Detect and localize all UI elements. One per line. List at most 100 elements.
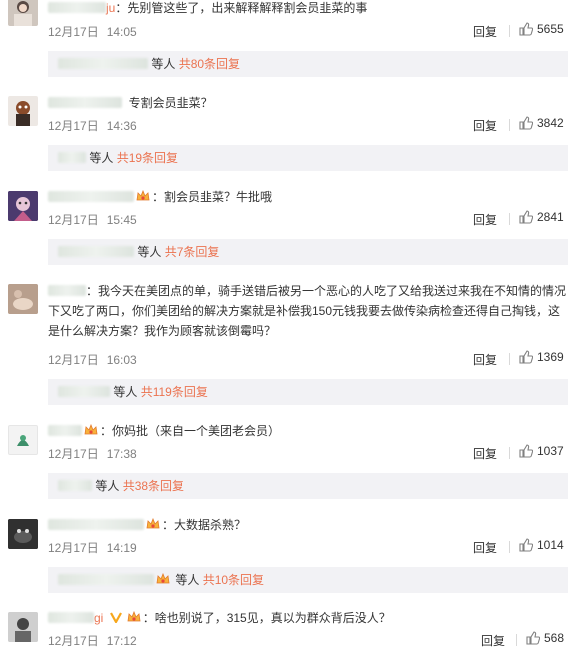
like-button[interactable]: 1014 <box>519 538 564 552</box>
like-count: 2841 <box>537 210 564 224</box>
username-blurred[interactable] <box>48 612 94 623</box>
sub-replies-count[interactable]: 共80条回复 <box>179 57 240 71</box>
sub-replies-who: 等人 <box>151 57 176 71</box>
username-blurred[interactable] <box>58 152 86 163</box>
avatar[interactable] <box>8 96 38 126</box>
avatar[interactable] <box>8 0 38 26</box>
sub-replies-count[interactable]: 共10条回复 <box>203 573 264 587</box>
username-blurred[interactable] <box>48 425 82 436</box>
like-count: 5655 <box>537 22 564 36</box>
comment-text: ：我今天在美团点的单，骑手送错后被另一个恶心的人吃了又给我送过来我在不知情的情况… <box>48 284 567 338</box>
avatar[interactable] <box>8 519 38 549</box>
thumbs-up-icon <box>519 444 533 458</box>
sub-replies-box: 等人 共38条回复 <box>48 473 568 499</box>
sub-replies-count[interactable]: 共38条回复 <box>123 479 184 493</box>
v-verified-icon <box>109 612 122 623</box>
reply-button[interactable]: 回复 <box>473 23 497 40</box>
like-count: 1014 <box>537 538 564 552</box>
divider <box>509 25 510 37</box>
username-blurred[interactable] <box>58 386 110 397</box>
comment-text: ：啥也别说了，315见，真以为群众背后没人？ <box>142 611 391 625</box>
username-blurred[interactable] <box>48 519 144 530</box>
comment-text-line: ：割会员韭菜？牛批哦 <box>48 187 568 207</box>
comment-text-line: 专割会员韭菜？ <box>48 93 568 113</box>
like-button[interactable]: 1369 <box>519 350 564 364</box>
like-button[interactable]: 2841 <box>519 210 564 224</box>
comment-date: 12月17日 15:45 <box>48 213 137 227</box>
comment-date: 12月17日 14:19 <box>48 541 137 555</box>
comment-text-line: ：大数据杀熟？ <box>48 515 568 535</box>
reply-button[interactable]: 回复 <box>481 632 505 649</box>
username-blurred[interactable] <box>58 246 134 257</box>
comment-date: 12月17日 17:38 <box>48 447 137 461</box>
thumbs-up-icon <box>526 631 540 645</box>
member-crown-icon <box>136 190 150 201</box>
sub-replies-count[interactable]: 共7条回复 <box>165 245 220 259</box>
like-count: 3842 <box>537 116 564 130</box>
username-tail[interactable]: gi <box>94 611 103 625</box>
sub-replies-box: 等人 共19条回复 <box>48 145 568 171</box>
username-blurred[interactable] <box>48 285 86 296</box>
comment-date: 12月17日 14:36 <box>48 119 137 133</box>
username-blurred[interactable] <box>48 191 134 202</box>
divider <box>509 119 510 131</box>
comment-text-line: gi ：啥也别说了，315见，真以为群众背后没人？ <box>48 608 568 628</box>
sub-replies-box: 等人 共7条回复 <box>48 239 568 265</box>
comment-text: ：割会员韭菜？牛批哦 <box>152 190 273 204</box>
comment-text-line: ju：先别管这些了，出来解释解释割会员韭菜的事 <box>48 0 568 18</box>
username-tail[interactable]: ju <box>106 1 115 15</box>
thumbs-up-icon <box>519 116 533 130</box>
member-crown-icon <box>146 518 160 529</box>
reply-button[interactable]: 回复 <box>473 351 497 368</box>
thumbs-up-icon <box>519 350 533 364</box>
divider <box>509 447 510 459</box>
sub-replies-box: 等人 共10条回复 <box>48 567 568 593</box>
reply-button[interactable]: 回复 <box>473 445 497 462</box>
divider <box>509 353 510 365</box>
reply-button[interactable]: 回复 <box>473 211 497 228</box>
username-blurred[interactable] <box>58 574 154 585</box>
member-crown-icon <box>156 573 170 584</box>
comment-text: ：先别管这些了，出来解释解释割会员韭菜的事 <box>115 1 368 15</box>
avatar[interactable] <box>8 191 38 221</box>
sub-replies-who: 等人 <box>89 151 114 165</box>
thumbs-up-icon <box>519 210 533 224</box>
like-count: 1369 <box>537 350 564 364</box>
comment-date: 12月17日 14:05 <box>48 25 137 39</box>
thumbs-up-icon <box>519 538 533 552</box>
username-blurred[interactable] <box>58 58 148 69</box>
like-button[interactable]: 5655 <box>519 22 564 36</box>
like-count: 568 <box>544 631 565 645</box>
reply-button[interactable]: 回复 <box>473 539 497 556</box>
sub-replies-count[interactable]: 共19条回复 <box>117 151 178 165</box>
username-blurred[interactable] <box>48 2 106 13</box>
sub-replies-who: 等人 <box>175 573 200 587</box>
thumbs-up-icon <box>519 22 533 36</box>
like-button[interactable]: 1037 <box>519 444 564 458</box>
reply-button[interactable]: 回复 <box>473 117 497 134</box>
sub-replies-box: 等人 共119条回复 <box>48 379 568 405</box>
member-crown-icon <box>127 611 141 622</box>
divider <box>509 213 510 225</box>
like-count: 1037 <box>537 444 564 458</box>
username-blurred[interactable] <box>48 97 122 108</box>
comment-text: ：你妈批（来自一个美团老会员） <box>100 424 281 438</box>
sub-replies-who: 等人 <box>113 385 138 399</box>
comment-text-line: ：你妈批（来自一个美团老会员） <box>48 421 568 441</box>
divider <box>509 541 510 553</box>
comment-text: ：大数据杀熟？ <box>162 518 247 532</box>
comment-date: 12月17日 17:12 <box>48 634 137 648</box>
comment-text-block: ：我今天在美团点的单，骑手送错后被另一个恶心的人吃了又给我送过来我在不知情的情况… <box>48 281 568 341</box>
avatar[interactable] <box>8 612 38 642</box>
username-blurred[interactable] <box>58 480 92 491</box>
divider <box>516 634 517 646</box>
sub-replies-who: 等人 <box>137 245 162 259</box>
avatar[interactable] <box>8 284 38 314</box>
sub-replies-count[interactable]: 共119条回复 <box>141 385 208 399</box>
avatar[interactable] <box>8 425 38 455</box>
member-crown-icon <box>84 424 98 435</box>
comment-date: 12月17日 16:03 <box>48 353 137 367</box>
sub-replies-box: 等人 共80条回复 <box>48 51 568 77</box>
like-button[interactable]: 3842 <box>519 116 564 130</box>
like-button[interactable]: 568 <box>526 631 564 645</box>
